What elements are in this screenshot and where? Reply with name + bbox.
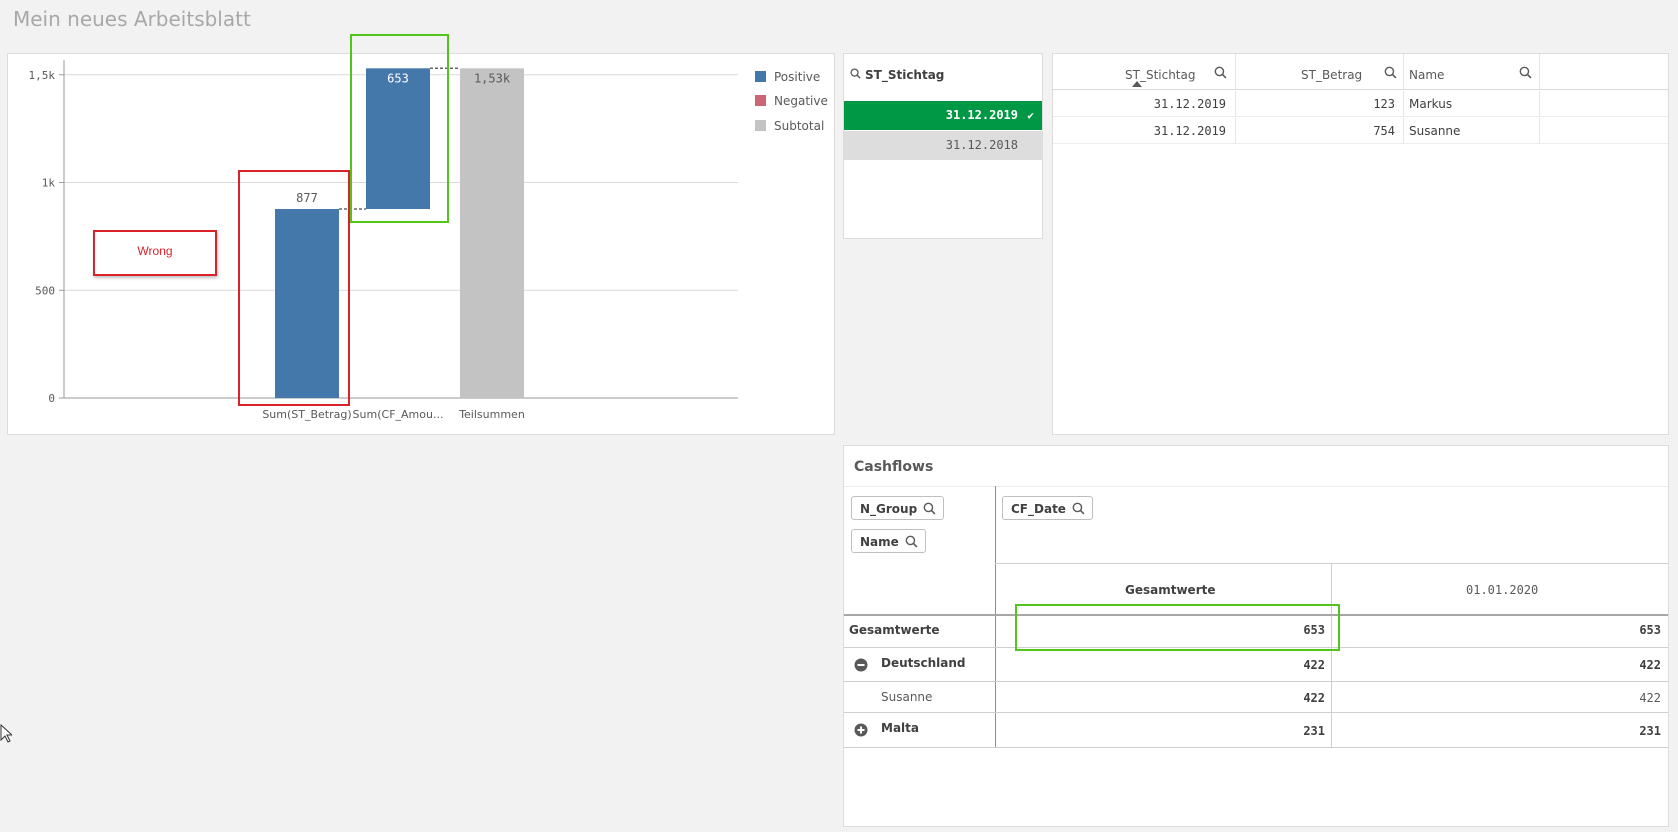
x-tick-label: Sum(CF_Amou... xyxy=(353,408,444,421)
table-cell-empty xyxy=(1540,91,1668,117)
pivot-row-label-total: Gesamtwerte xyxy=(849,623,940,637)
pivot-col-header-date[interactable]: 01.01.2020 xyxy=(1466,583,1538,597)
dimension-chip-label: Name xyxy=(860,535,899,549)
legend-swatch-positive xyxy=(755,71,766,82)
pivot-title-divider xyxy=(844,486,1668,487)
search-icon[interactable] xyxy=(1384,66,1397,79)
search-icon[interactable] xyxy=(1214,66,1227,79)
red-highlight-box xyxy=(238,170,350,406)
dimension-chip-name[interactable]: Name xyxy=(851,529,926,553)
pivot-row-header-divider xyxy=(995,486,996,748)
legend-item-negative[interactable]: Negative xyxy=(755,94,828,108)
collapse-icon[interactable] xyxy=(854,658,868,672)
table-cell[interactable]: 31.12.2019 xyxy=(1053,118,1236,144)
y-tick-label: 0 xyxy=(48,392,55,405)
pivot-row-label-deutschland[interactable]: Deutschland xyxy=(881,656,966,670)
dimension-chip-cf-date[interactable]: CF_Date xyxy=(1002,496,1093,520)
filter-item-label: 31.12.2018 xyxy=(945,138,1018,152)
pivot-grid-line xyxy=(844,712,1668,713)
column-header-label: Name xyxy=(1409,68,1445,82)
column-header-empty xyxy=(1540,54,1668,90)
bar xyxy=(460,68,524,398)
filter-item-label: 31.12.2019 xyxy=(945,108,1018,122)
pivot-row-label-susanne[interactable]: Susanne xyxy=(881,690,932,704)
filter-pane-title: ST_Stichtag xyxy=(865,68,945,82)
pivot-cell: 422 xyxy=(1639,691,1661,705)
pivot-cell: 231 xyxy=(1639,724,1661,738)
column-header-label: ST_Betrag xyxy=(1301,68,1363,82)
pivot-grid-line xyxy=(844,747,1668,748)
y-tick-label: 500 xyxy=(35,284,55,297)
bar-data-label: 1,53k xyxy=(474,71,511,85)
dimension-chip-n-group[interactable]: N_Group xyxy=(851,496,945,520)
filter-item-alternative[interactable]: 31.12.2018 xyxy=(844,131,1042,160)
legend-label-negative: Negative xyxy=(774,94,828,108)
legend-item-positive[interactable]: Positive xyxy=(755,70,820,84)
y-tick-label: 1,5k xyxy=(29,69,56,82)
mouse-cursor-icon xyxy=(0,724,12,743)
pivot-title: Cashflows xyxy=(854,459,934,475)
pivot-cell: 422 xyxy=(1303,658,1325,672)
pivot-cell: 231 xyxy=(1303,724,1325,738)
legend-swatch-subtotal xyxy=(755,120,766,131)
dimension-chip-label: N_Group xyxy=(860,502,918,516)
legend-label-positive: Positive xyxy=(774,70,821,84)
table-cell: 123 xyxy=(1236,91,1404,117)
table-cell[interactable]: Susanne xyxy=(1404,118,1540,144)
table-cell-empty xyxy=(1540,118,1668,144)
green-highlight-box-chart xyxy=(350,34,449,223)
legend-label-subtotal: Subtotal xyxy=(774,119,825,133)
pivot-cell: 422 xyxy=(1639,658,1661,672)
wrong-annotation: Wrong xyxy=(93,230,217,276)
column-header-st-stichtag[interactable]: ST_Stichtag xyxy=(1053,54,1236,90)
search-icon[interactable] xyxy=(1519,66,1532,79)
legend-item-subtotal[interactable]: Subtotal xyxy=(755,119,824,133)
filter-pane-header[interactable]: ST_Stichtag xyxy=(850,68,944,82)
table-cell[interactable]: Markus xyxy=(1404,91,1540,117)
pivot-col-header-total: Gesamtwerte xyxy=(1125,583,1216,597)
pivot-grid-line xyxy=(1331,563,1332,748)
pivot-grid-line xyxy=(844,681,1668,682)
dimension-chip-label: CF_Date xyxy=(1011,502,1066,516)
expand-icon[interactable] xyxy=(854,723,868,737)
column-header-label: ST_Stichtag xyxy=(1125,68,1196,82)
table-cell[interactable]: 31.12.2019 xyxy=(1053,91,1236,117)
search-icon xyxy=(850,68,861,82)
sort-ascending-icon xyxy=(1132,81,1142,87)
table-cell: 754 xyxy=(1236,118,1404,144)
y-tick-label: 1k xyxy=(42,177,56,190)
pivot-cell: 422 xyxy=(1303,691,1325,705)
search-icon[interactable] xyxy=(923,502,936,515)
search-icon[interactable] xyxy=(905,535,918,548)
filter-item-selected[interactable]: 31.12.2019 ✔ xyxy=(844,101,1042,130)
x-tick-label: Teilsummen xyxy=(458,408,525,421)
column-header-st-betrag[interactable]: ST_Betrag xyxy=(1236,54,1404,90)
checkmark-icon: ✔ xyxy=(1027,109,1034,122)
data-table[interactable]: ST_Stichtag ST_Betrag Name 31.12.2019 12… xyxy=(1052,53,1669,435)
pivot-row-label-malta[interactable]: Malta xyxy=(881,721,919,735)
green-highlight-box-pivot xyxy=(1015,604,1340,651)
search-icon[interactable] xyxy=(1072,502,1085,515)
wrong-annotation-text: Wrong xyxy=(137,244,173,258)
pivot-cell: 653 xyxy=(1639,623,1661,637)
filter-pane[interactable]: ST_Stichtag 31.12.2019 ✔ 31.12.2018 xyxy=(843,53,1043,239)
x-tick-label: Sum(ST_Betrag) xyxy=(262,408,351,421)
column-header-name[interactable]: Name xyxy=(1404,54,1540,90)
sheet-title: Mein neues Arbeitsblatt xyxy=(13,7,251,31)
legend-swatch-negative xyxy=(755,95,766,106)
